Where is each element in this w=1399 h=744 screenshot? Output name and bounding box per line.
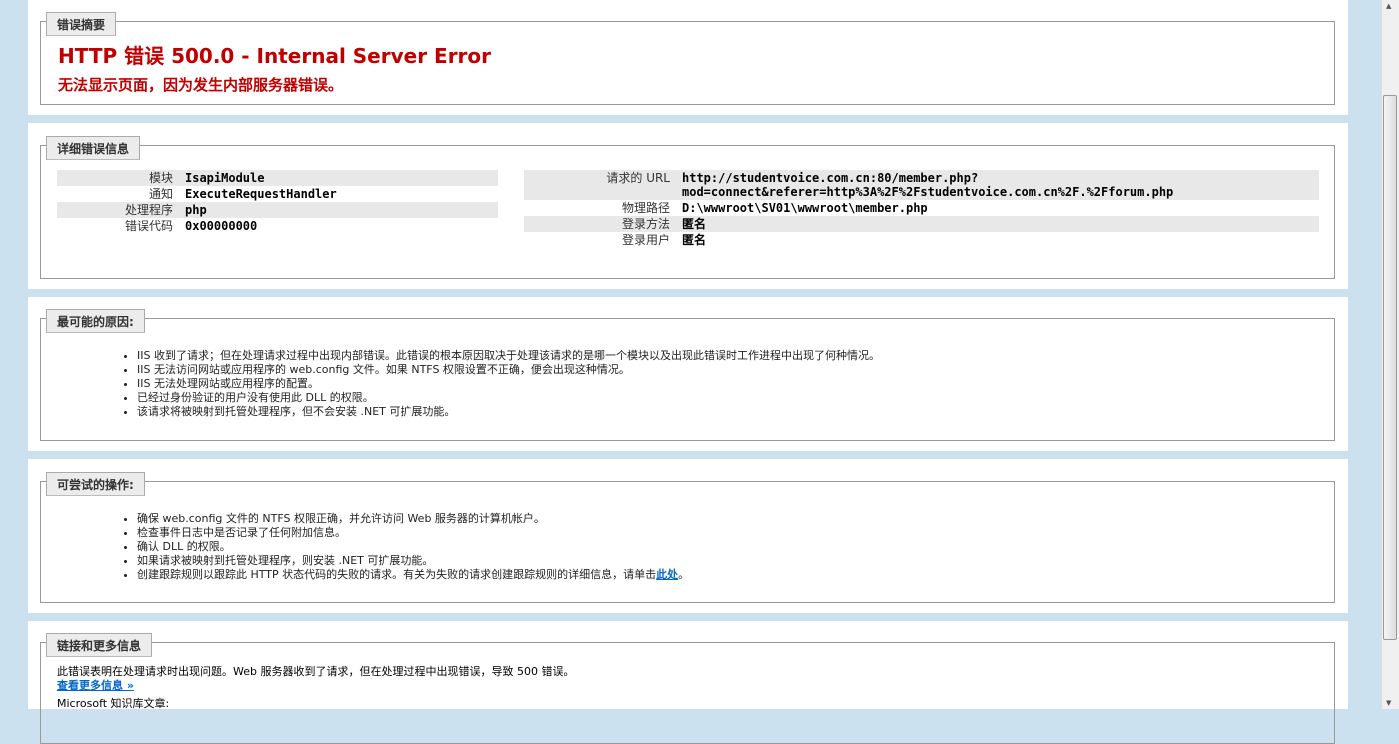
more-legend: 链接和更多信息 xyxy=(46,633,153,657)
value: http://studentvoice.com.cn:80/member.php… xyxy=(676,170,1319,200)
table-row: 登录用户 匿名 xyxy=(524,232,1319,248)
more-section: 链接和更多信息 此错误表明在处理请求时出现问题。Web 服务器收到了请求，但在处… xyxy=(28,621,1348,744)
item-end: 。 xyxy=(678,568,690,581)
detail-left-table: 模块 IsapiModule 通知 ExecuteRequestHandler 处理… xyxy=(57,170,498,234)
value: 匿名 xyxy=(682,233,707,247)
error-subtitle: 无法显示页面，因为发生内部服务器错误。 xyxy=(58,76,344,94)
url-line-2: mod=connect&referer=http%3A%2F%2Fstudent… xyxy=(682,185,1174,199)
item-text: 创建跟踪规则以跟踪此 HTTP 状态代码的失败的请求。有关为失败的请求创建跟踪规… xyxy=(137,568,657,581)
table-row: 通知 ExecuteRequestHandler xyxy=(57,186,498,202)
more-text: 此错误表明在处理请求时出现问题。Web 服务器收到了请求，但在处理过程中出现错误… xyxy=(57,665,575,678)
more-content: 此错误表明在处理请求时出现问题。Web 服务器收到了请求，但在处理过程中出现错误… xyxy=(57,665,574,711)
value: D:\wwwroot\SV01\wwwroot\member.php xyxy=(682,201,928,215)
causes-list: IIS 收到了请求；但在处理请求过程中出现内部错误。此错误的根本原因取决于处理该… xyxy=(121,349,880,419)
table-row: 物理路径 D:\wwwroot\SV01\wwwroot\member.php xyxy=(524,200,1319,216)
scroll-down-icon[interactable]: ▼ xyxy=(1386,699,1391,707)
detail-section: 详细错误信息 模块 IsapiModule 通知 ExecuteRequestHan… xyxy=(28,123,1348,289)
key: 模块 xyxy=(148,171,173,185)
vertical-scrollbar[interactable]: ▲ ▼ xyxy=(1381,0,1399,709)
list-item: 检查事件日志中是否记录了任何附加信息。 xyxy=(137,526,689,540)
scrollbar-thumb[interactable] xyxy=(1383,95,1397,640)
detail-legend: 详细错误信息 xyxy=(46,136,141,160)
list-item: 该请求将被映射到托管处理程序，但不会安装 .NET 可扩展功能。 xyxy=(137,405,880,419)
list-item: IIS 收到了请求；但在处理请求过程中出现内部错误。此错误的根本原因取决于处理该… xyxy=(137,349,880,363)
table-row: 处理程序 php xyxy=(57,202,498,218)
table-row: 登录方法 匿名 xyxy=(524,216,1319,232)
actions-section: 可尝试的操作: 确保 web.config 文件的 NTFS 权限正确，并允许访… xyxy=(28,459,1348,613)
more-fieldset: 链接和更多信息 此错误表明在处理请求时出现问题。Web 服务器收到了请求，但在处… xyxy=(40,633,1335,744)
actions-fieldset: 可尝试的操作: 确保 web.config 文件的 NTFS 权限正确，并允许访… xyxy=(40,472,1335,603)
list-item: 确保 web.config 文件的 NTFS 权限正确，并允许访问 Web 服务… xyxy=(137,512,689,526)
scroll-up-icon[interactable]: ▲ xyxy=(1386,2,1391,10)
key: 物理路径 xyxy=(621,201,670,215)
detail-right-table: 请求的 URL http://studentvoice.com.cn:80/mem… xyxy=(524,170,1319,248)
table-row: 请求的 URL http://studentvoice.com.cn:80/mem… xyxy=(524,170,1319,200)
key: 请求的 URL xyxy=(606,171,670,185)
list-item: IIS 无法访问网站或应用程序的 web.config 文件。如果 NTFS 权… xyxy=(137,363,880,377)
actions-legend: 可尝试的操作: xyxy=(46,472,145,496)
list-item: 如果请求被映射到托管处理程序，则安装 .NET 可扩展功能。 xyxy=(137,554,689,568)
key: 通知 xyxy=(148,187,173,201)
table-row: 错误代码 0x00000000 xyxy=(57,218,498,234)
key: 登录用户 xyxy=(621,233,670,247)
url-line-1: http://studentvoice.com.cn:80/member.php… xyxy=(682,171,979,185)
key: 错误代码 xyxy=(124,219,173,233)
table-row: 模块 IsapiModule xyxy=(57,170,498,186)
actions-list: 确保 web.config 文件的 NTFS 权限正确，并允许访问 Web 服务… xyxy=(121,512,689,582)
value: 0x00000000 xyxy=(185,219,258,233)
causes-section: 最可能的原因: IIS 收到了请求；但在处理请求过程中出现内部错误。此错误的根本… xyxy=(28,297,1348,451)
list-item: 创建跟踪规则以跟踪此 HTTP 状态代码的失败的请求。有关为失败的请求创建跟踪规… xyxy=(137,568,689,582)
summary-section: 错误摘要 HTTP 错误 500.0 - Internal Server Err… xyxy=(28,0,1348,115)
value: php xyxy=(185,203,207,217)
list-item: 已经过身份验证的用户没有使用此 DLL 的权限。 xyxy=(137,391,880,405)
more-info-link[interactable]: 查看更多信息 » xyxy=(57,679,134,692)
causes-legend: 最可能的原因: xyxy=(46,309,145,333)
summary-fieldset: 错误摘要 HTTP 错误 500.0 - Internal Server Err… xyxy=(40,12,1335,105)
value: IsapiModule xyxy=(185,171,265,185)
key: 处理程序 xyxy=(124,203,173,217)
key: 登录方法 xyxy=(621,217,670,231)
detail-fieldset: 详细错误信息 模块 IsapiModule 通知 ExecuteRequestHan… xyxy=(40,136,1335,279)
list-item: 确认 DLL 的权限。 xyxy=(137,540,689,554)
value: 匿名 xyxy=(682,217,707,231)
here-link[interactable]: 此处 xyxy=(656,568,678,581)
causes-fieldset: 最可能的原因: IIS 收到了请求；但在处理请求过程中出现内部错误。此错误的根本… xyxy=(40,309,1335,441)
summary-legend: 错误摘要 xyxy=(46,12,117,36)
list-item: IIS 无法处理网站或应用程序的配置。 xyxy=(137,377,880,391)
value: ExecuteRequestHandler xyxy=(185,187,337,201)
error-title: HTTP 错误 500.0 - Internal Server Error xyxy=(58,44,492,68)
